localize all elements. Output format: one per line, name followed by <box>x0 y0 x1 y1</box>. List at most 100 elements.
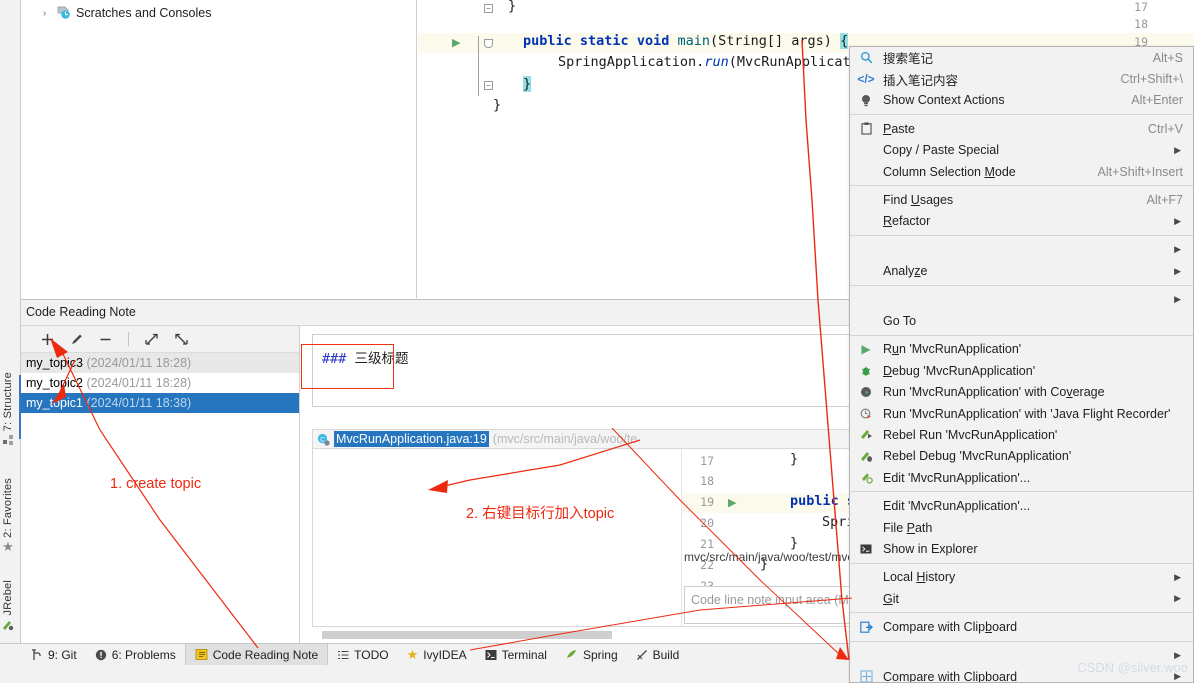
menu-item-label: Edit 'MvcRunApplication'... <box>883 470 1031 485</box>
run-gutter-icon[interactable]: ▶ <box>728 496 736 509</box>
menu-item-edit-configuration[interactable]: Edit 'MvcRunApplication'... <box>850 467 1193 488</box>
bottom-item-build[interactable]: Build <box>627 644 689 666</box>
menu-item-rebel-debug[interactable]: Rebel Debug 'MvcRunApplication' <box>850 446 1193 467</box>
export-button[interactable] <box>143 331 160 348</box>
bottom-item-spring[interactable]: Spring <box>556 644 627 666</box>
sidebar-item-structure[interactable]: 7: Structure <box>2 372 14 446</box>
add-topic-button[interactable] <box>39 331 56 348</box>
topic-toolbar <box>21 326 299 353</box>
jrebel-debug-icon <box>858 448 874 464</box>
menu-item-run[interactable]: ▶ Run 'MvcRunApplication' <box>850 339 1193 360</box>
bottom-item-todo[interactable]: TODO <box>328 644 397 666</box>
menu-item-go-to[interactable]: ▶ <box>850 289 1193 310</box>
bottom-item-terminal[interactable]: Terminal <box>476 644 556 666</box>
menu-item-label: 搜索笔记 <box>883 52 934 67</box>
menu-item-git[interactable]: Git ▶ <box>850 588 1193 609</box>
menu-item-find-usages[interactable]: Find Usages Alt+F7 <box>850 189 1193 210</box>
menu-item-analyze[interactable]: Analyze ▶ <box>850 261 1193 282</box>
import-button[interactable] <box>172 331 189 348</box>
annotation-box-markdown <box>301 344 394 389</box>
menu-item-label: Run 'MvcRunApplication' <box>883 342 1022 357</box>
line-number: 17 <box>700 454 714 468</box>
menu-item-show-context-actions[interactable]: Show Context Actions Alt+Enter <box>850 90 1193 111</box>
editor-context-menu[interactable]: 搜索笔记 Alt+S </> 插入笔记内容 Ctrl+Shift+\ Show … <box>849 46 1194 683</box>
favorites-label: 2: Favorites <box>2 478 14 538</box>
topic-date: (2024/01/11 18:28) <box>86 376 192 390</box>
svg-text:C: C <box>320 436 325 443</box>
menu-item-label: Column Selection Mode <box>883 164 1016 179</box>
menu-item-local-history[interactable]: Local History ▶ <box>850 567 1193 588</box>
code-line: public static void main(String[] args) { <box>523 33 849 49</box>
structure-icon <box>2 435 13 446</box>
project-tree-panel: › Scratches and Consoles <box>21 0 417 298</box>
menu-separator <box>850 612 1193 614</box>
menu-item-folding[interactable]: ▶ <box>850 239 1193 260</box>
menu-item-search-note[interactable]: 搜索笔记 Alt+S <box>850 47 1193 68</box>
menu-separator <box>850 284 1193 286</box>
menu-separator <box>850 562 1193 564</box>
menu-separator <box>850 235 1193 237</box>
bottom-item-label: TODO <box>354 647 389 662</box>
bottom-item-git[interactable]: 9: Git <box>22 644 86 666</box>
menu-item-label: Find Usages <box>883 193 954 208</box>
topic-list-item[interactable]: my_topic3 (2024/01/11 18:28) <box>21 353 299 373</box>
menu-item-show-in-explorer[interactable]: Edit 'MvcRunApplication'... <box>850 495 1193 516</box>
watermark: CSDN @silver.woo <box>1077 660 1188 675</box>
menu-item-refactor[interactable]: Refactor ▶ <box>850 211 1193 232</box>
topic-list-item-selected[interactable]: my_topic1 (2024/01/11 18:38) <box>21 393 299 413</box>
menu-item-accelerator: Alt+S <box>1152 50 1183 65</box>
menu-item-rebel-run[interactable]: Rebel Run 'MvcRunApplication' <box>850 424 1193 445</box>
terminal-icon <box>858 541 874 557</box>
bottom-item-label: 9: Git <box>48 647 77 662</box>
menu-item-label: Analyze <box>883 264 928 279</box>
topic-list-item[interactable]: my_topic2 (2024/01/11 18:28) <box>21 373 299 393</box>
menu-item-copy-paste-special[interactable]: Copy / Paste Special ▶ <box>850 140 1193 161</box>
edit-topic-button[interactable] <box>68 331 85 348</box>
menu-item-open-in-terminal[interactable]: Show in Explorer <box>850 538 1193 559</box>
topic-date: (2024/01/11 18:28) <box>86 356 192 370</box>
menu-item-label: Show in Explorer <box>883 541 978 556</box>
sidebar-item-jrebel[interactable]: JRebel <box>2 580 14 631</box>
spring-leaf-icon <box>566 650 576 658</box>
menu-item-file-path[interactable]: File Path <box>850 517 1193 538</box>
chevron-right-icon[interactable]: › <box>43 8 52 19</box>
coverage-icon <box>858 384 874 400</box>
chevron-right-icon: ▶ <box>1174 294 1181 305</box>
menu-item-paste[interactable]: Paste Ctrl+V <box>850 118 1193 139</box>
jrebel-run-icon <box>858 427 874 443</box>
bottom-item-ivyidea[interactable]: ★ IvyIDEA <box>398 644 476 666</box>
menu-separator <box>850 114 1193 116</box>
menu-item-generate[interactable]: Go To <box>850 310 1193 331</box>
diagram-icon <box>858 669 874 682</box>
scratches-icon <box>57 6 70 19</box>
bottom-item-code-reading-note[interactable]: Code Reading Note <box>184 643 329 666</box>
menu-item-run-with-jfr[interactable]: Run 'MvcRunApplication' with 'Java Fligh… <box>850 403 1193 424</box>
note-icon <box>195 649 208 660</box>
sidebar-item-favorites[interactable]: 2: Favorites ★ <box>2 478 14 553</box>
fold-region-marker[interactable] <box>484 39 493 48</box>
menu-item-compare-with-clipboard[interactable]: Compare with Clipboard <box>850 616 1193 637</box>
tree-item-scratches[interactable]: › Scratches and Consoles <box>21 3 416 23</box>
toolbar-separator <box>128 332 129 346</box>
menu-item-run-with-coverage[interactable]: Run 'MvcRunApplication' with Coverage <box>850 381 1193 402</box>
menu-separator <box>850 491 1193 493</box>
run-gutter-icon[interactable]: ▶ <box>452 36 460 49</box>
chevron-right-icon: ▶ <box>1174 215 1181 226</box>
fold-minus-marker[interactable]: − <box>484 4 493 13</box>
menu-item-label: Edit 'MvcRunApplication'... <box>883 499 1031 514</box>
code-line: SpringApplication.run(MvcRunApplicati <box>558 54 859 70</box>
bottom-item-problems[interactable]: 6: Problems <box>86 644 185 666</box>
bottom-item-label: IvyIDEA <box>423 647 467 662</box>
remove-topic-button[interactable] <box>97 331 114 348</box>
horizontal-scrollbar[interactable] <box>322 631 612 639</box>
left-tool-strip: 7: Structure 2: Favorites ★ JRebel <box>0 0 21 655</box>
menu-item-debug[interactable]: Debug 'MvcRunApplication' <box>850 360 1193 381</box>
fold-minus-marker[interactable]: − <box>484 81 493 90</box>
snippet-blank-left <box>313 449 682 626</box>
bottom-item-label: Terminal <box>501 647 547 662</box>
menu-item-insert-note-content[interactable]: </> 插入笔记内容 Ctrl+Shift+\ <box>850 68 1193 89</box>
menu-item-column-selection-mode[interactable]: Column Selection Mode Alt+Shift+Insert <box>850 161 1193 182</box>
topic-name: my_topic3 <box>26 356 83 370</box>
menu-item-label: Rebel Debug 'MvcRunApplication' <box>883 449 1072 464</box>
jrebel-icon <box>3 621 14 631</box>
